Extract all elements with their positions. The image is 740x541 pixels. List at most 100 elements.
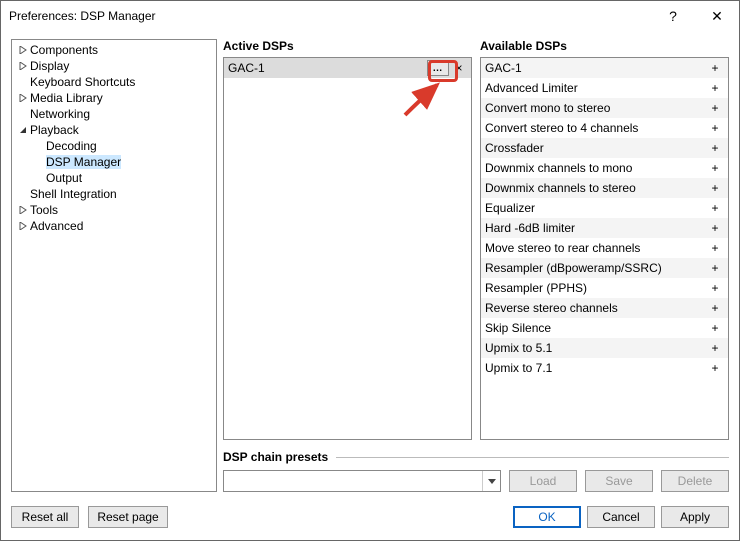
add-dsp-button[interactable]: + xyxy=(706,262,724,274)
ok-button[interactable]: OK xyxy=(513,506,581,528)
available-dsp-row[interactable]: Hard -6dB limiter+ xyxy=(481,218,728,238)
add-dsp-button[interactable]: + xyxy=(706,282,724,294)
available-dsp-row[interactable]: Upmix to 7.1+ xyxy=(481,358,728,378)
add-dsp-button[interactable]: + xyxy=(706,242,724,254)
chevron-right-icon[interactable] xyxy=(16,91,30,105)
tree-item[interactable]: Advanced xyxy=(12,218,216,234)
available-dsp-row[interactable]: Skip Silence+ xyxy=(481,318,728,338)
dsp-name-label: Upmix to 5.1 xyxy=(485,341,706,355)
preset-combo[interactable] xyxy=(223,470,501,492)
available-dsps-heading: Available DSPs xyxy=(480,39,729,53)
available-dsp-row[interactable]: Downmix channels to mono+ xyxy=(481,158,728,178)
add-dsp-button[interactable]: + xyxy=(706,82,724,94)
available-dsp-row[interactable]: Downmix channels to stereo+ xyxy=(481,178,728,198)
close-icon: ✕ xyxy=(711,8,723,25)
tree-item-label: Advanced xyxy=(30,219,83,233)
available-dsp-row[interactable]: Convert mono to stereo+ xyxy=(481,98,728,118)
available-dsp-row[interactable]: Crossfader+ xyxy=(481,138,728,158)
tree-spacer xyxy=(16,187,30,201)
dsp-name-label: Resampler (dBpoweramp/SSRC) xyxy=(485,261,706,275)
available-dsps-list[interactable]: GAC-1+Advanced Limiter+Convert mono to s… xyxy=(480,57,729,440)
add-dsp-button[interactable]: + xyxy=(706,182,724,194)
dsp-name-label: GAC-1 xyxy=(485,61,706,75)
tree-item[interactable]: Networking xyxy=(12,106,216,122)
tree-item-label: Shell Integration xyxy=(30,187,117,201)
add-dsp-button[interactable]: + xyxy=(706,142,724,154)
save-preset-button[interactable]: Save xyxy=(585,470,653,492)
tree-item[interactable]: Output xyxy=(12,170,216,186)
available-dsp-row[interactable]: Advanced Limiter+ xyxy=(481,78,728,98)
cancel-button[interactable]: Cancel xyxy=(587,506,655,528)
tree-item-label: Playback xyxy=(30,123,79,137)
active-dsps-heading: Active DSPs xyxy=(223,39,472,53)
chevron-right-icon[interactable] xyxy=(16,43,30,57)
chevron-right-icon[interactable] xyxy=(16,203,30,217)
active-dsp-row[interactable]: GAC-1…× xyxy=(224,58,471,78)
load-preset-button[interactable]: Load xyxy=(509,470,577,492)
chevron-right-icon[interactable] xyxy=(16,219,30,233)
dsp-name-label: Skip Silence xyxy=(485,321,706,335)
tree-item[interactable]: DSP Manager xyxy=(12,154,216,170)
tree-item-label: Components xyxy=(30,43,98,57)
available-dsp-row[interactable]: Resampler (dBpoweramp/SSRC)+ xyxy=(481,258,728,278)
tree-item[interactable]: Playback xyxy=(12,122,216,138)
reset-page-button[interactable]: Reset page xyxy=(88,506,167,528)
available-dsp-row[interactable]: Upmix to 5.1+ xyxy=(481,338,728,358)
chevron-down-icon[interactable] xyxy=(16,123,30,137)
add-dsp-button[interactable]: + xyxy=(706,102,724,114)
active-dsps-list[interactable]: GAC-1…× xyxy=(223,57,472,440)
dsp-name-label: Downmix channels to mono xyxy=(485,161,706,175)
add-dsp-button[interactable]: + xyxy=(706,362,724,374)
divider xyxy=(336,457,729,458)
add-dsp-button[interactable]: + xyxy=(706,342,724,354)
configure-dsp-button[interactable]: … xyxy=(427,60,449,76)
add-dsp-button[interactable]: + xyxy=(706,62,724,74)
help-icon: ? xyxy=(669,8,677,24)
available-dsp-row[interactable]: Convert stereo to 4 channels+ xyxy=(481,118,728,138)
available-dsp-row[interactable]: GAC-1+ xyxy=(481,58,728,78)
dsp-name-label: Equalizer xyxy=(485,201,706,215)
tree-item[interactable]: Display xyxy=(12,58,216,74)
tree-spacer xyxy=(32,171,46,185)
tree-item-label: DSP Manager xyxy=(46,155,121,169)
window-close-button[interactable]: ✕ xyxy=(695,1,739,31)
dialog-footer: Reset all Reset page OK Cancel Apply xyxy=(11,506,729,528)
tree-item[interactable]: Keyboard Shortcuts xyxy=(12,74,216,90)
tree-item[interactable]: Tools xyxy=(12,202,216,218)
available-dsp-row[interactable]: Equalizer+ xyxy=(481,198,728,218)
dsp-presets-section: DSP chain presets Load Save Delete xyxy=(223,450,729,492)
active-dsps-column: Active DSPs GAC-1…× xyxy=(223,39,472,440)
tree-item[interactable]: Media Library xyxy=(12,90,216,106)
tree-item[interactable]: Shell Integration xyxy=(12,186,216,202)
tree-item-label: Networking xyxy=(30,107,90,121)
remove-dsp-button[interactable]: × xyxy=(451,61,467,75)
reset-all-button[interactable]: Reset all xyxy=(11,506,79,528)
available-dsp-row[interactable]: Reverse stereo channels+ xyxy=(481,298,728,318)
add-dsp-button[interactable]: + xyxy=(706,322,724,334)
dsp-name-label: Resampler (PPHS) xyxy=(485,281,706,295)
chevron-down-icon xyxy=(482,471,500,491)
tree-item[interactable]: Decoding xyxy=(12,138,216,154)
dsp-name-label: Upmix to 7.1 xyxy=(485,361,706,375)
tree-item[interactable]: Components xyxy=(12,42,216,58)
dsp-name-label: Crossfader xyxy=(485,141,706,155)
dsp-name-label: Reverse stereo channels xyxy=(485,301,706,315)
add-dsp-button[interactable]: + xyxy=(706,302,724,314)
context-help-button[interactable]: ? xyxy=(651,1,695,31)
available-dsp-row[interactable]: Move stereo to rear channels+ xyxy=(481,238,728,258)
available-dsp-row[interactable]: Resampler (PPHS)+ xyxy=(481,278,728,298)
delete-preset-button[interactable]: Delete xyxy=(661,470,729,492)
tree-spacer xyxy=(32,139,46,153)
add-dsp-button[interactable]: + xyxy=(706,202,724,214)
add-dsp-button[interactable]: + xyxy=(706,222,724,234)
tree-item-label: Output xyxy=(46,171,82,185)
presets-heading: DSP chain presets xyxy=(223,450,328,464)
preferences-tree[interactable]: ComponentsDisplayKeyboard ShortcutsMedia… xyxy=(11,39,217,492)
apply-button[interactable]: Apply xyxy=(661,506,729,528)
add-dsp-button[interactable]: + xyxy=(706,122,724,134)
chevron-right-icon[interactable] xyxy=(16,59,30,73)
add-dsp-button[interactable]: + xyxy=(706,162,724,174)
dsp-name-label: GAC-1 xyxy=(228,61,427,75)
dsp-manager-page: Active DSPs GAC-1…× Available DSPs GAC-1… xyxy=(223,39,729,492)
tree-item-label: Tools xyxy=(30,203,58,217)
